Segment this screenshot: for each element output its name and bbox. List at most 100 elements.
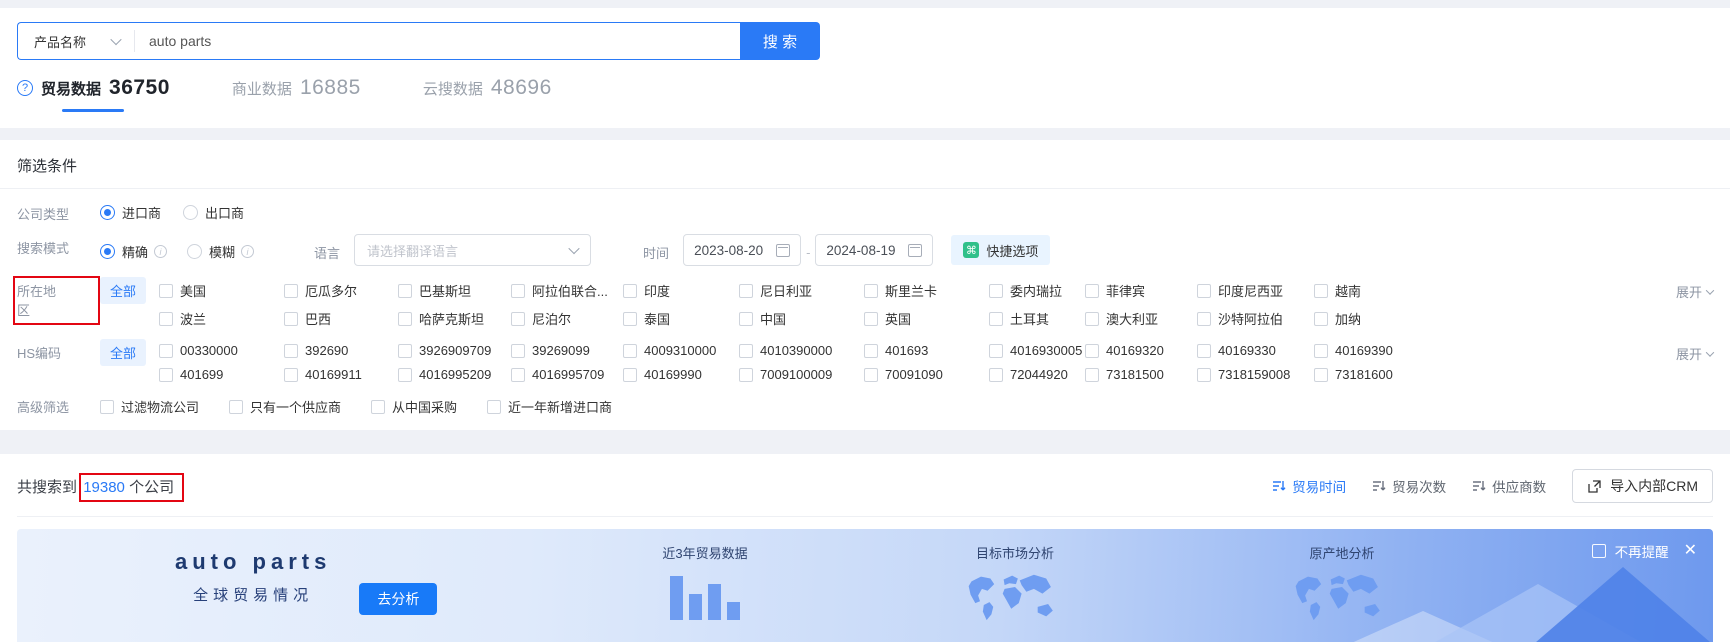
summary-prefix: 共搜索到: [17, 478, 78, 496]
date-separator: -: [806, 244, 811, 260]
hs-checkbox[interactable]: 00330000: [159, 343, 284, 358]
sort-supplier-count[interactable]: 供应商数: [1472, 476, 1546, 496]
region-checkbox[interactable]: 澳大利亚: [1085, 309, 1197, 328]
info-circle-icon[interactable]: i: [241, 245, 255, 258]
quick-options-button[interactable]: ⌘ 快捷选项: [951, 235, 1051, 265]
hs-checkbox[interactable]: 73181600: [1314, 367, 1655, 382]
hs-checkbox[interactable]: 40169320: [1085, 343, 1197, 358]
hs-checkbox[interactable]: 40169990: [623, 367, 739, 382]
analyze-button[interactable]: 去分析: [359, 583, 438, 615]
search-button[interactable]: 搜 索: [740, 22, 820, 60]
region-checkbox[interactable]: 斯里兰卡: [864, 281, 989, 300]
region-checkbox[interactable]: 厄瓜多尔: [284, 281, 398, 300]
region-checkbox[interactable]: 尼泊尔: [511, 309, 623, 328]
hs-all-chip[interactable]: 全部: [100, 339, 147, 366]
region-checkbox[interactable]: 波兰: [159, 309, 284, 328]
hs-checkbox[interactable]: 7009100009: [739, 367, 864, 382]
region-checkbox[interactable]: 英国: [864, 309, 989, 328]
language-select[interactable]: 请选择翻译语言: [354, 234, 592, 266]
hs-checkbox[interactable]: 40169390: [1314, 343, 1655, 358]
tab-trade-data[interactable]: ? 贸易数据 36750: [17, 76, 170, 112]
feature-label: 目标市场分析: [975, 546, 1054, 561]
region-checkbox[interactable]: 泰国: [623, 309, 739, 328]
hs-checkbox[interactable]: 392690: [284, 343, 398, 358]
search-input[interactable]: [135, 33, 740, 49]
radio-exporter[interactable]: 出口商: [183, 200, 244, 222]
region-checkbox[interactable]: 加纳: [1314, 309, 1655, 328]
analysis-banner[interactable]: auto parts 全球贸易情况 去分析 近3年贸易数据 目标市场分析 原产地…: [17, 529, 1713, 642]
checkbox-label: 印度: [644, 284, 671, 299]
checkbox-label: 40169911: [305, 367, 362, 382]
checkbox-icon: [1197, 311, 1212, 326]
calendar-icon: [908, 243, 923, 257]
sort-descending-icon: [1273, 481, 1286, 491]
import-crm-button[interactable]: 导入内部CRM: [1572, 469, 1713, 503]
dismiss-label[interactable]: 不再提醒: [1615, 541, 1669, 561]
region-checkbox[interactable]: 美国: [159, 281, 284, 300]
hs-checkbox[interactable]: 4010390000: [739, 343, 864, 358]
region-expand-link[interactable]: 展开: [1655, 277, 1715, 301]
summary-suffix: 个公司: [129, 478, 175, 496]
hs-checkbox[interactable]: 70091090: [864, 367, 989, 382]
sort-trade-time[interactable]: 贸易时间: [1272, 476, 1346, 496]
hs-expand-link[interactable]: 展开: [1655, 339, 1715, 363]
region-checkbox[interactable]: 巴西: [284, 309, 398, 328]
region-checkbox[interactable]: 菲律宾: [1085, 281, 1197, 300]
end-date-input[interactable]: 2024-08-19: [815, 234, 934, 266]
banner-title: auto parts: [175, 549, 332, 574]
checkbox-label: 40169390: [1335, 343, 1393, 358]
checkbox-label: 英国: [885, 312, 912, 327]
radio-exact[interactable]: 精确: [100, 239, 148, 261]
tab-business-data[interactable]: 商业数据 16885: [232, 76, 361, 112]
search-category-label: 产品名称: [34, 34, 87, 50]
search-category-select[interactable]: 产品名称: [18, 32, 134, 51]
start-date-input[interactable]: 2023-08-20: [683, 234, 802, 266]
advanced-checkbox[interactable]: 只有一个供应商: [229, 397, 341, 416]
close-icon[interactable]: ✕: [1684, 543, 1697, 559]
hs-checkbox[interactable]: 39269099: [511, 343, 623, 358]
question-circle-icon[interactable]: ?: [17, 80, 33, 96]
checkbox-icon: [398, 367, 413, 382]
region-checkbox[interactable]: 委内瑞拉: [989, 281, 1085, 300]
advanced-checkbox[interactable]: 从中国采购: [371, 397, 457, 416]
hs-checkbox[interactable]: 4016995709: [511, 367, 623, 382]
hs-checkbox[interactable]: 401699: [159, 367, 284, 382]
hs-checkbox[interactable]: 3926909709: [398, 343, 511, 358]
hs-checkbox[interactable]: 401693: [864, 343, 989, 358]
checkbox-label: 澳大利亚: [1106, 312, 1159, 327]
calendar-icon: [776, 243, 791, 257]
checkbox-icon: [1085, 283, 1100, 298]
region-checkbox[interactable]: 巴基斯坦: [398, 281, 511, 300]
region-checkbox[interactable]: 阿拉伯联合...: [511, 281, 623, 300]
hs-checkbox[interactable]: 40169911: [284, 367, 398, 382]
region-checkbox[interactable]: 土耳其: [989, 309, 1085, 328]
hs-checkbox[interactable]: 72044920: [989, 367, 1085, 382]
feature-trade-data: 近3年贸易数据: [635, 543, 775, 620]
advanced-checkbox[interactable]: 近一年新增进口商: [487, 397, 612, 416]
checkbox-icon: [159, 283, 174, 298]
region-checkbox[interactable]: 越南: [1314, 281, 1655, 300]
hs-checkbox[interactable]: 73181500: [1085, 367, 1197, 382]
region-checkbox[interactable]: 沙特阿拉伯: [1197, 309, 1314, 328]
advanced-checkbox[interactable]: 过滤物流公司: [100, 397, 199, 416]
region-all-chip[interactable]: 全部: [100, 277, 147, 304]
checkbox-label: 从中国采购: [392, 400, 458, 415]
hs-checkbox[interactable]: 4016995209: [398, 367, 511, 382]
hs-checkbox[interactable]: 4016930005: [989, 343, 1085, 358]
hs-checkbox[interactable]: 40169330: [1197, 343, 1314, 358]
radio-importer[interactable]: 进口商: [100, 200, 161, 222]
sort-trade-count[interactable]: 贸易次数: [1372, 476, 1446, 496]
hs-checkbox[interactable]: 4009310000: [623, 343, 739, 358]
dismiss-checkbox[interactable]: [1591, 544, 1606, 558]
region-checkbox[interactable]: 印度: [623, 281, 739, 300]
region-checkbox[interactable]: 印度尼西亚: [1197, 281, 1314, 300]
region-checkbox[interactable]: 中国: [739, 309, 864, 328]
tab-cloud-search-data[interactable]: 云搜数据 48696: [423, 76, 552, 112]
region-checkbox[interactable]: 哈萨克斯坦: [398, 309, 511, 328]
info-circle-icon[interactable]: i: [154, 245, 168, 258]
radio-fuzzy[interactable]: 模糊: [187, 239, 235, 261]
region-checkbox[interactable]: 尼日利亚: [739, 281, 864, 300]
checkbox-label: 7318159008: [1218, 367, 1291, 382]
banner-text-block: auto parts 全球贸易情况 去分析: [175, 549, 438, 615]
hs-checkbox[interactable]: 7318159008: [1197, 367, 1314, 382]
